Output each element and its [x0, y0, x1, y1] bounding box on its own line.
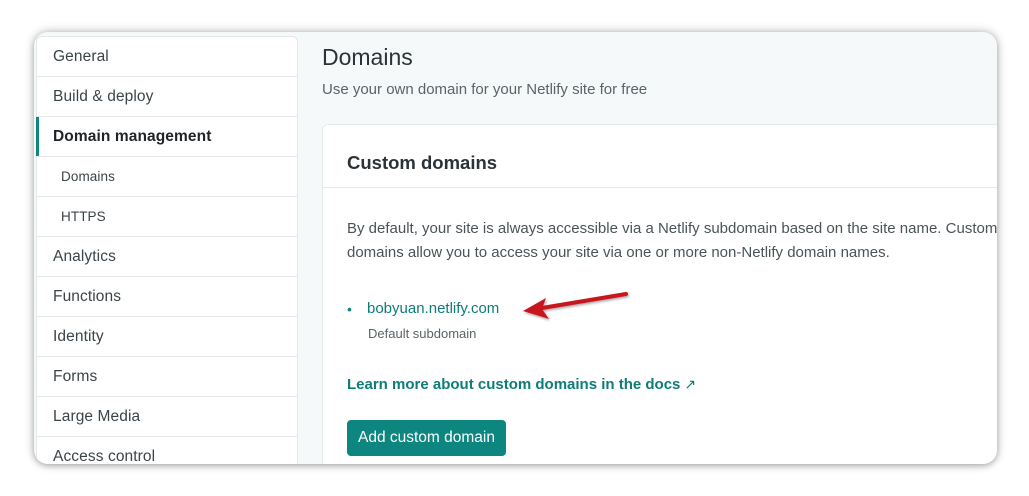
sidebar-item-label: Functions [53, 287, 122, 305]
docs-link-label: Learn more about custom domains in the d… [347, 376, 681, 393]
default-domain-link[interactable]: bobyuan.netlify.com [367, 300, 499, 317]
settings-sidebar: General Build & deploy Domain management… [36, 36, 298, 464]
sidebar-item-label: Access control [53, 447, 156, 465]
domain-note: Default subdomain [368, 326, 477, 341]
sidebar-subitem-domains[interactable]: Domains [37, 157, 297, 197]
docs-link[interactable]: Learn more about custom domains in the d… [347, 376, 696, 393]
sidebar-item-label: Large Media [53, 407, 141, 425]
card-description: By default, your site is always accessib… [347, 220, 997, 261]
sidebar-item-general[interactable]: General [37, 37, 297, 77]
sidebar-item-large-media[interactable]: Large Media [37, 397, 297, 437]
sidebar-item-label: Domain management [53, 127, 212, 145]
sidebar-subitem-https[interactable]: HTTPS [37, 197, 297, 237]
sidebar-item-forms[interactable]: Forms [37, 357, 297, 397]
page-title: Domains [322, 44, 413, 70]
sidebar-item-label: Build & deploy [53, 87, 154, 105]
sidebar-item-label: Identity [53, 327, 104, 345]
page-subtitle: Use your own domain for your Netlify sit… [322, 81, 648, 98]
sidebar-item-analytics[interactable]: Analytics [37, 237, 297, 277]
external-link-icon: ↗ [684, 376, 697, 392]
card-title: Custom domains [347, 152, 498, 173]
custom-domains-card: Custom domains By default, your site is … [322, 124, 997, 464]
card-header: Custom domains [323, 125, 997, 188]
sidebar-item-access-control[interactable]: Access control [37, 437, 297, 465]
sidebar-item-label: Forms [53, 367, 98, 385]
main-content: Domains Use your own domain for your Net… [322, 32, 997, 464]
sidebar-item-functions[interactable]: Functions [37, 277, 297, 317]
sidebar-item-build-deploy[interactable]: Build & deploy [37, 77, 297, 117]
bullet-icon: • [347, 300, 352, 317]
sidebar-item-label: Domains [61, 169, 115, 184]
sidebar-item-label: General [53, 47, 109, 65]
sidebar-item-label: Analytics [53, 247, 116, 265]
app-window: General Build & deploy Domain management… [34, 32, 997, 464]
sidebar-item-domain-management[interactable]: Domain management [36, 117, 297, 157]
domain-list-item: • bobyuan.netlify.com [347, 300, 499, 317]
sidebar-item-label: HTTPS [61, 209, 106, 224]
sidebar-item-identity[interactable]: Identity [37, 317, 297, 357]
add-custom-domain-button[interactable]: Add custom domain [347, 420, 506, 456]
